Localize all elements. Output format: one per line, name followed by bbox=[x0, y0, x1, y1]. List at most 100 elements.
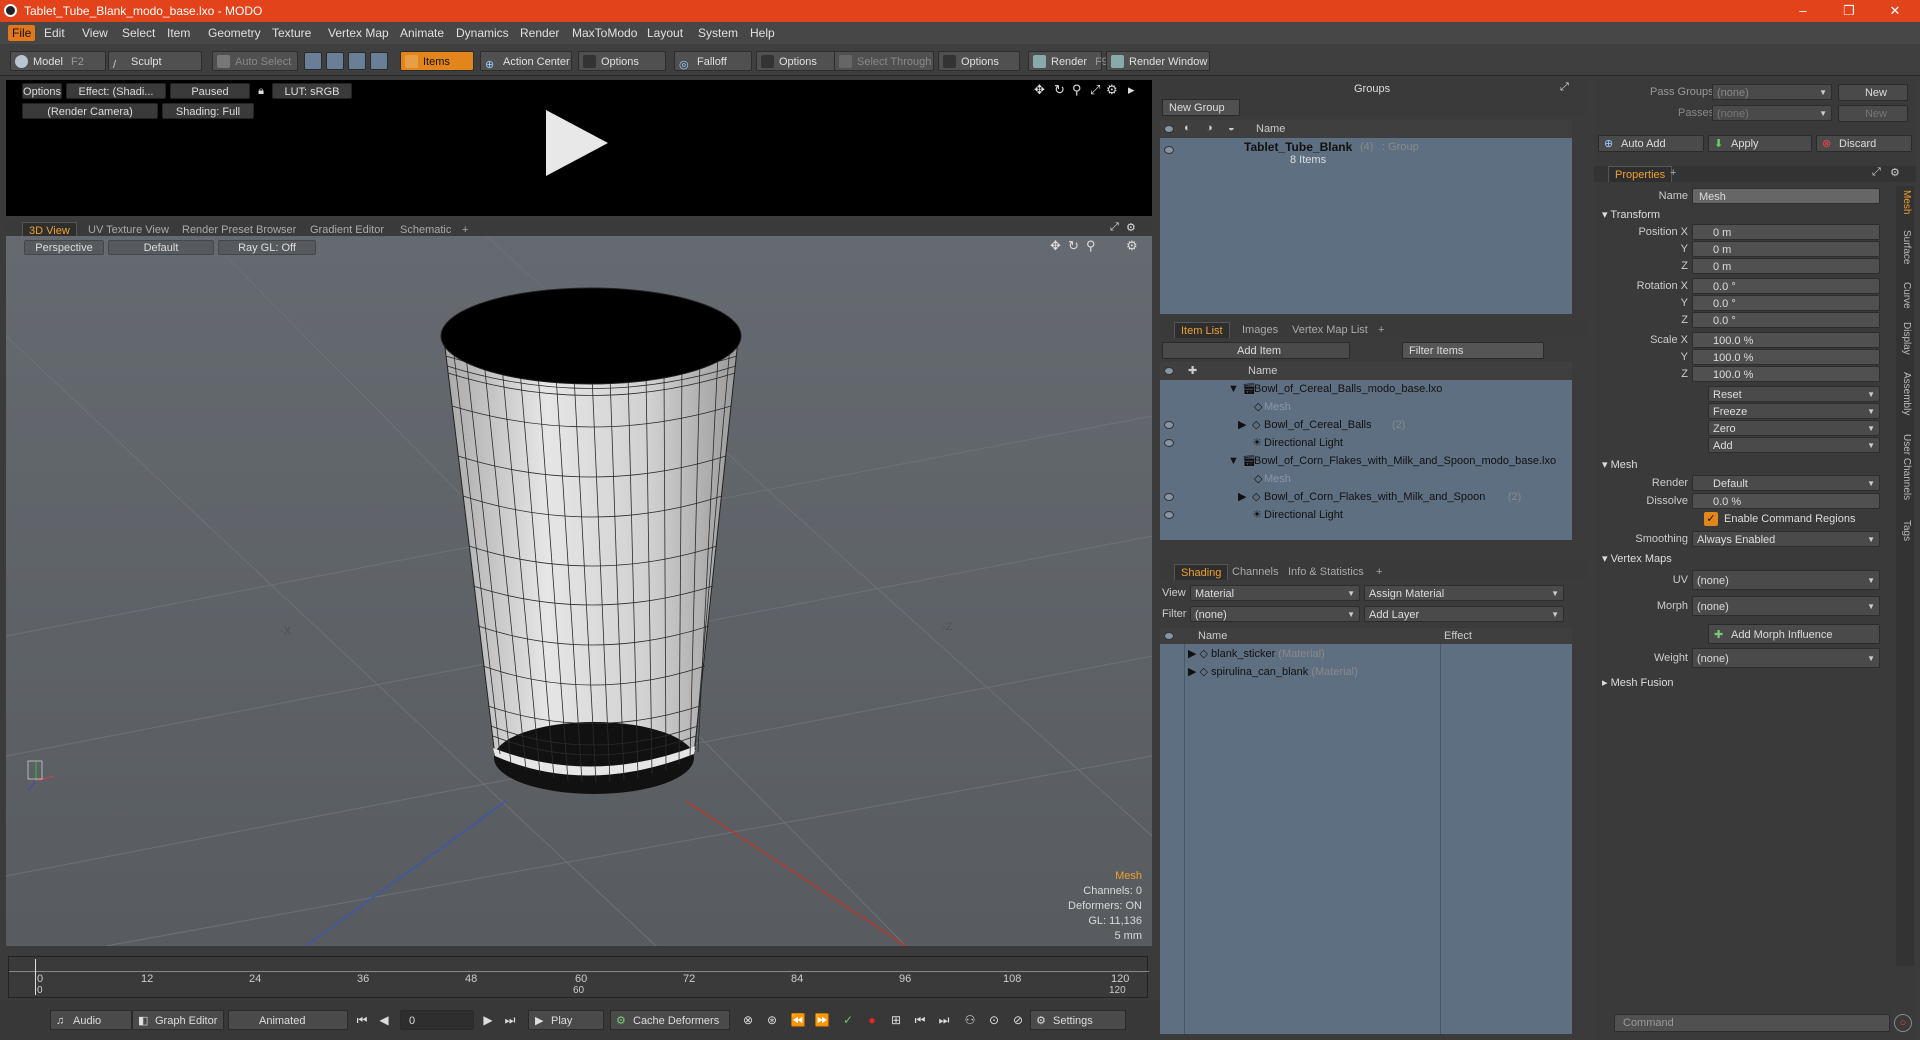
viewport-zoom-icon[interactable]: ⚲ bbox=[1086, 238, 1096, 254]
expand-arrow-icon[interactable]: ▶ bbox=[1238, 416, 1246, 434]
action-center-button[interactable]: ⊕ Action Center bbox=[480, 51, 572, 71]
side-tab-surface[interactable]: Surface bbox=[1898, 230, 1912, 264]
item-row[interactable]: ▶ ◇ Bowl_of_Cereal_Balls (2) bbox=[1160, 416, 1572, 434]
menu-help[interactable]: Help bbox=[750, 26, 775, 40]
materials-mode-icon[interactable] bbox=[370, 52, 388, 70]
add-shading-tab[interactable]: + bbox=[1370, 564, 1388, 580]
scale-x-field[interactable]: 100.0 % bbox=[1692, 332, 1880, 348]
side-tab-tags[interactable]: Tags bbox=[1898, 520, 1912, 541]
command-input[interactable]: Command bbox=[1614, 1014, 1890, 1032]
record-options-icon[interactable]: ⊞ bbox=[888, 1012, 904, 1028]
shading-visibility-icon[interactable] bbox=[1164, 632, 1174, 640]
passes-dropdown[interactable]: (none) bbox=[1712, 105, 1832, 122]
perspective-dropdown[interactable]: Perspective bbox=[24, 240, 104, 255]
expand-arrow-icon[interactable]: ▼ bbox=[1228, 380, 1239, 398]
position-z-field[interactable]: 0 m bbox=[1692, 258, 1880, 274]
add-layer-dropdown[interactable]: Add Layer bbox=[1364, 606, 1564, 623]
discard-button[interactable]: ⊗ Discard bbox=[1816, 135, 1912, 152]
morph-dropdown[interactable]: (none) bbox=[1692, 596, 1880, 617]
play-icon[interactable] bbox=[546, 110, 608, 176]
new-group-button[interactable]: New Group bbox=[1162, 99, 1240, 116]
time-cursor[interactable] bbox=[35, 959, 36, 995]
menu-view[interactable]: View bbox=[82, 26, 108, 40]
menu-dynamics[interactable]: Dynamics bbox=[456, 26, 509, 40]
polygons-mode-icon[interactable] bbox=[348, 52, 366, 70]
play-button[interactable]: ▶ Play bbox=[528, 1010, 604, 1030]
action-center-options-button[interactable]: Options bbox=[578, 51, 666, 71]
add-dropdown[interactable]: Add bbox=[1708, 437, 1880, 454]
menu-geometry[interactable]: Geometry bbox=[208, 26, 261, 40]
maximize-icon[interactable]: ❐ bbox=[1826, 0, 1872, 22]
expand-arrow-icon[interactable]: ▶ bbox=[1238, 488, 1246, 506]
prev-frame-icon[interactable]: ◀ bbox=[376, 1012, 392, 1028]
minimize-icon[interactable]: – bbox=[1780, 0, 1826, 22]
item-visibility-icon[interactable] bbox=[1164, 421, 1174, 429]
lock-col-icon[interactable]: ◐ bbox=[1184, 122, 1191, 134]
shading-row[interactable]: ▶ ◇ spirulina_can_blank (Material) bbox=[1188, 663, 1358, 681]
check-icon[interactable]: ✓ bbox=[840, 1012, 856, 1028]
position-x-field[interactable]: 0 m bbox=[1692, 224, 1880, 240]
falloff-button[interactable]: ◎ Falloff bbox=[674, 51, 752, 71]
render-button[interactable]: Render F9 bbox=[1028, 51, 1108, 71]
maximize-view-icon[interactable]: ⤢ bbox=[1110, 221, 1119, 234]
zero-dropdown[interactable]: Zero bbox=[1708, 420, 1880, 437]
raygl-dropdown[interactable]: Ray GL: Off bbox=[218, 240, 316, 255]
shading-view-dropdown[interactable]: Material bbox=[1190, 585, 1360, 602]
mesh-section[interactable]: ▾ Mesh bbox=[1602, 458, 1637, 471]
side-tab-mesh[interactable]: Mesh bbox=[1898, 190, 1912, 214]
menu-file[interactable]: File bbox=[8, 25, 36, 41]
first-frame-icon[interactable]: ⏮ bbox=[354, 1012, 370, 1028]
skip-forward-icon[interactable]: ⏭ bbox=[936, 1012, 952, 1028]
menu-animate[interactable]: Animate bbox=[400, 26, 444, 40]
new-pass-button[interactable]: New bbox=[1838, 105, 1908, 122]
next-frame-icon[interactable]: ▶ bbox=[480, 1012, 496, 1028]
scale-z-field[interactable]: 100.0 % bbox=[1692, 366, 1880, 382]
effect-dropdown[interactable]: Effect: (Shadi... bbox=[66, 83, 166, 99]
rotation-x-field[interactable]: 0.0 ° bbox=[1692, 278, 1880, 294]
command-history-icon[interactable]: ○ bbox=[1894, 1014, 1912, 1032]
scale-y-field[interactable]: 100.0 % bbox=[1692, 349, 1880, 365]
3d-viewport[interactable]: -X -Z Perspective Default Ray GL: Off ✥ … bbox=[6, 236, 1152, 946]
menu-edit[interactable]: Edit bbox=[44, 26, 65, 40]
filter-items-input[interactable]: Filter Items bbox=[1402, 342, 1544, 359]
position-y-field[interactable]: 0 m bbox=[1692, 241, 1880, 257]
audio-button[interactable]: ♫ Audio bbox=[50, 1010, 132, 1030]
prev-key-icon[interactable]: ⏪ bbox=[790, 1012, 806, 1028]
style-dropdown[interactable]: Default bbox=[108, 240, 214, 255]
props-expand-icon[interactable]: ⤢ bbox=[1872, 166, 1881, 179]
skip-back-icon[interactable]: ⏮ bbox=[912, 1012, 928, 1028]
visibility-icon[interactable] bbox=[1164, 125, 1174, 133]
lut-dropdown[interactable]: LUT: sRGB bbox=[272, 83, 352, 99]
menu-layout[interactable]: Layout bbox=[647, 26, 683, 40]
side-tab-curve[interactable]: Curve bbox=[1898, 282, 1912, 309]
add-item-dropdown[interactable]: Add Item bbox=[1162, 342, 1350, 359]
groups-expand-icon[interactable]: ⤢ bbox=[1560, 81, 1569, 94]
model-button[interactable]: Model F2 bbox=[10, 51, 106, 71]
new-pass-group-button[interactable]: New bbox=[1838, 84, 1908, 101]
mesh-fusion-section[interactable]: ▸ Mesh Fusion bbox=[1602, 676, 1674, 689]
render-col-icon[interactable]: ◑ bbox=[1206, 122, 1213, 134]
preview-options-button[interactable]: Options bbox=[22, 83, 62, 99]
last-frame-icon[interactable]: ⏭ bbox=[502, 1012, 518, 1028]
animated-dropdown[interactable]: Animated bbox=[228, 1010, 348, 1030]
item-row[interactable]: ◇ Mesh bbox=[1160, 398, 1572, 416]
falloff-options-button[interactable]: Options bbox=[756, 51, 838, 71]
group-row[interactable]: Tablet_Tube_Blank (4) : Group 8 Items bbox=[1160, 138, 1572, 168]
pass-groups-dropdown[interactable]: (none) bbox=[1712, 84, 1832, 101]
gear-icon[interactable]: ⚙ bbox=[1106, 82, 1118, 98]
reset-dropdown[interactable]: Reset bbox=[1708, 386, 1880, 403]
item-row[interactable]: ▼ 🎬︎ Bowl_of_Corn_Flakes_with_Milk_and_Spo… bbox=[1160, 452, 1572, 470]
settings-button[interactable]: ⚙ Settings bbox=[1030, 1010, 1126, 1030]
add-props-tab[interactable]: + bbox=[1670, 167, 1676, 179]
menu-vertex-map[interactable]: Vertex Map bbox=[328, 26, 389, 40]
menu-maxtomodo[interactable]: MaxToModo bbox=[572, 26, 637, 40]
record-key-icon[interactable]: ⊙ bbox=[986, 1012, 1002, 1028]
rotate-icon[interactable]: ↻ bbox=[1054, 82, 1065, 98]
name-input[interactable]: Mesh bbox=[1692, 188, 1880, 204]
assign-material-dropdown[interactable]: Assign Material bbox=[1364, 585, 1564, 602]
tab-item-list[interactable]: Item List bbox=[1174, 322, 1230, 338]
tab-info-statistics[interactable]: Info & Statistics bbox=[1282, 564, 1370, 580]
itemlist-lock-icon[interactable]: ✚ bbox=[1188, 364, 1197, 377]
add-itemlist-tab[interactable]: + bbox=[1372, 322, 1390, 338]
side-tab-user-channels[interactable]: User Channels bbox=[1898, 434, 1912, 500]
